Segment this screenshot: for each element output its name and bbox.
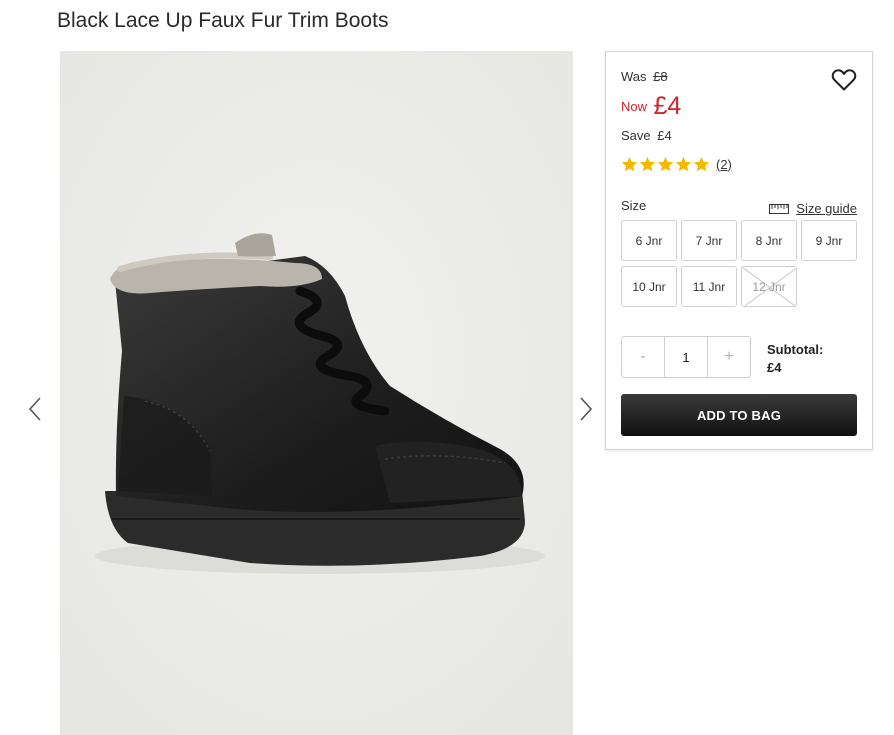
save-amount: £4 [657, 128, 672, 143]
subtotal-label: Subtotal: [767, 342, 824, 357]
star-icon [639, 156, 656, 172]
ruler-icon [769, 203, 790, 214]
was-price-row: Was £8 [621, 69, 668, 84]
size-option-label: 12 Jnr [752, 279, 786, 294]
add-to-bag-button[interactable]: ADD TO BAG [621, 394, 857, 436]
subtotal-value: £4 [767, 360, 782, 375]
was-price: £8 [653, 69, 668, 84]
size-option-label: 6 Jnr [635, 233, 663, 248]
quantity-value[interactable]: 1 [664, 337, 708, 377]
previous-image-button[interactable] [25, 396, 47, 422]
size-guide-link[interactable]: Size guide [769, 201, 857, 216]
size-option-label: 8 Jnr [755, 233, 783, 248]
size-label: Size [621, 198, 647, 213]
star-icon [675, 156, 692, 172]
size-option-label: 9 Jnr [815, 233, 843, 248]
product-title: Black Lace Up Faux Fur Trim Boots [57, 9, 389, 32]
subtotal: Subtotal: £4 [767, 341, 823, 377]
stars-group [621, 156, 711, 172]
size-option: 12 Jnr [741, 266, 797, 307]
star-icon [621, 156, 638, 172]
size-option-label: 11 Jnr [692, 279, 726, 294]
review-count-link[interactable]: (2) [716, 157, 732, 172]
size-option[interactable]: 7 Jnr [681, 220, 737, 261]
now-price-row: Now £4 [621, 92, 681, 121]
quantity-increase-button[interactable]: + [708, 337, 750, 377]
size-option[interactable]: 6 Jnr [621, 220, 677, 261]
now-price: £4 [653, 92, 682, 120]
size-option-label: 10 Jnr [632, 279, 666, 294]
save-label: Save [621, 128, 651, 143]
size-option[interactable]: 9 Jnr [801, 220, 857, 261]
star-icon [693, 156, 710, 172]
quantity-decrease-button[interactable]: - [622, 337, 664, 377]
size-option-label: 7 Jnr [695, 233, 723, 248]
size-option[interactable]: 11 Jnr [681, 266, 737, 307]
purchase-panel: Was £8 Now £4 Save £4 (2) Size Size guid… [605, 51, 873, 450]
size-guide-label: Size guide [796, 201, 857, 216]
save-row: Save £4 [621, 128, 672, 143]
star-icon [657, 156, 674, 172]
next-image-button[interactable] [574, 396, 596, 422]
product-image[interactable] [60, 51, 573, 735]
chevron-left-icon [28, 397, 41, 421]
boot-image [60, 51, 573, 735]
star-rating: (2) [621, 156, 732, 172]
chevron-right-icon [580, 397, 593, 421]
heart-icon [831, 69, 857, 91]
now-label: Now [621, 99, 648, 114]
was-label: Was [621, 69, 647, 84]
size-option[interactable]: 8 Jnr [741, 220, 797, 261]
size-option[interactable]: 10 Jnr [621, 266, 677, 307]
quantity-stepper: - 1 + [621, 336, 751, 378]
wishlist-button[interactable] [831, 68, 857, 92]
